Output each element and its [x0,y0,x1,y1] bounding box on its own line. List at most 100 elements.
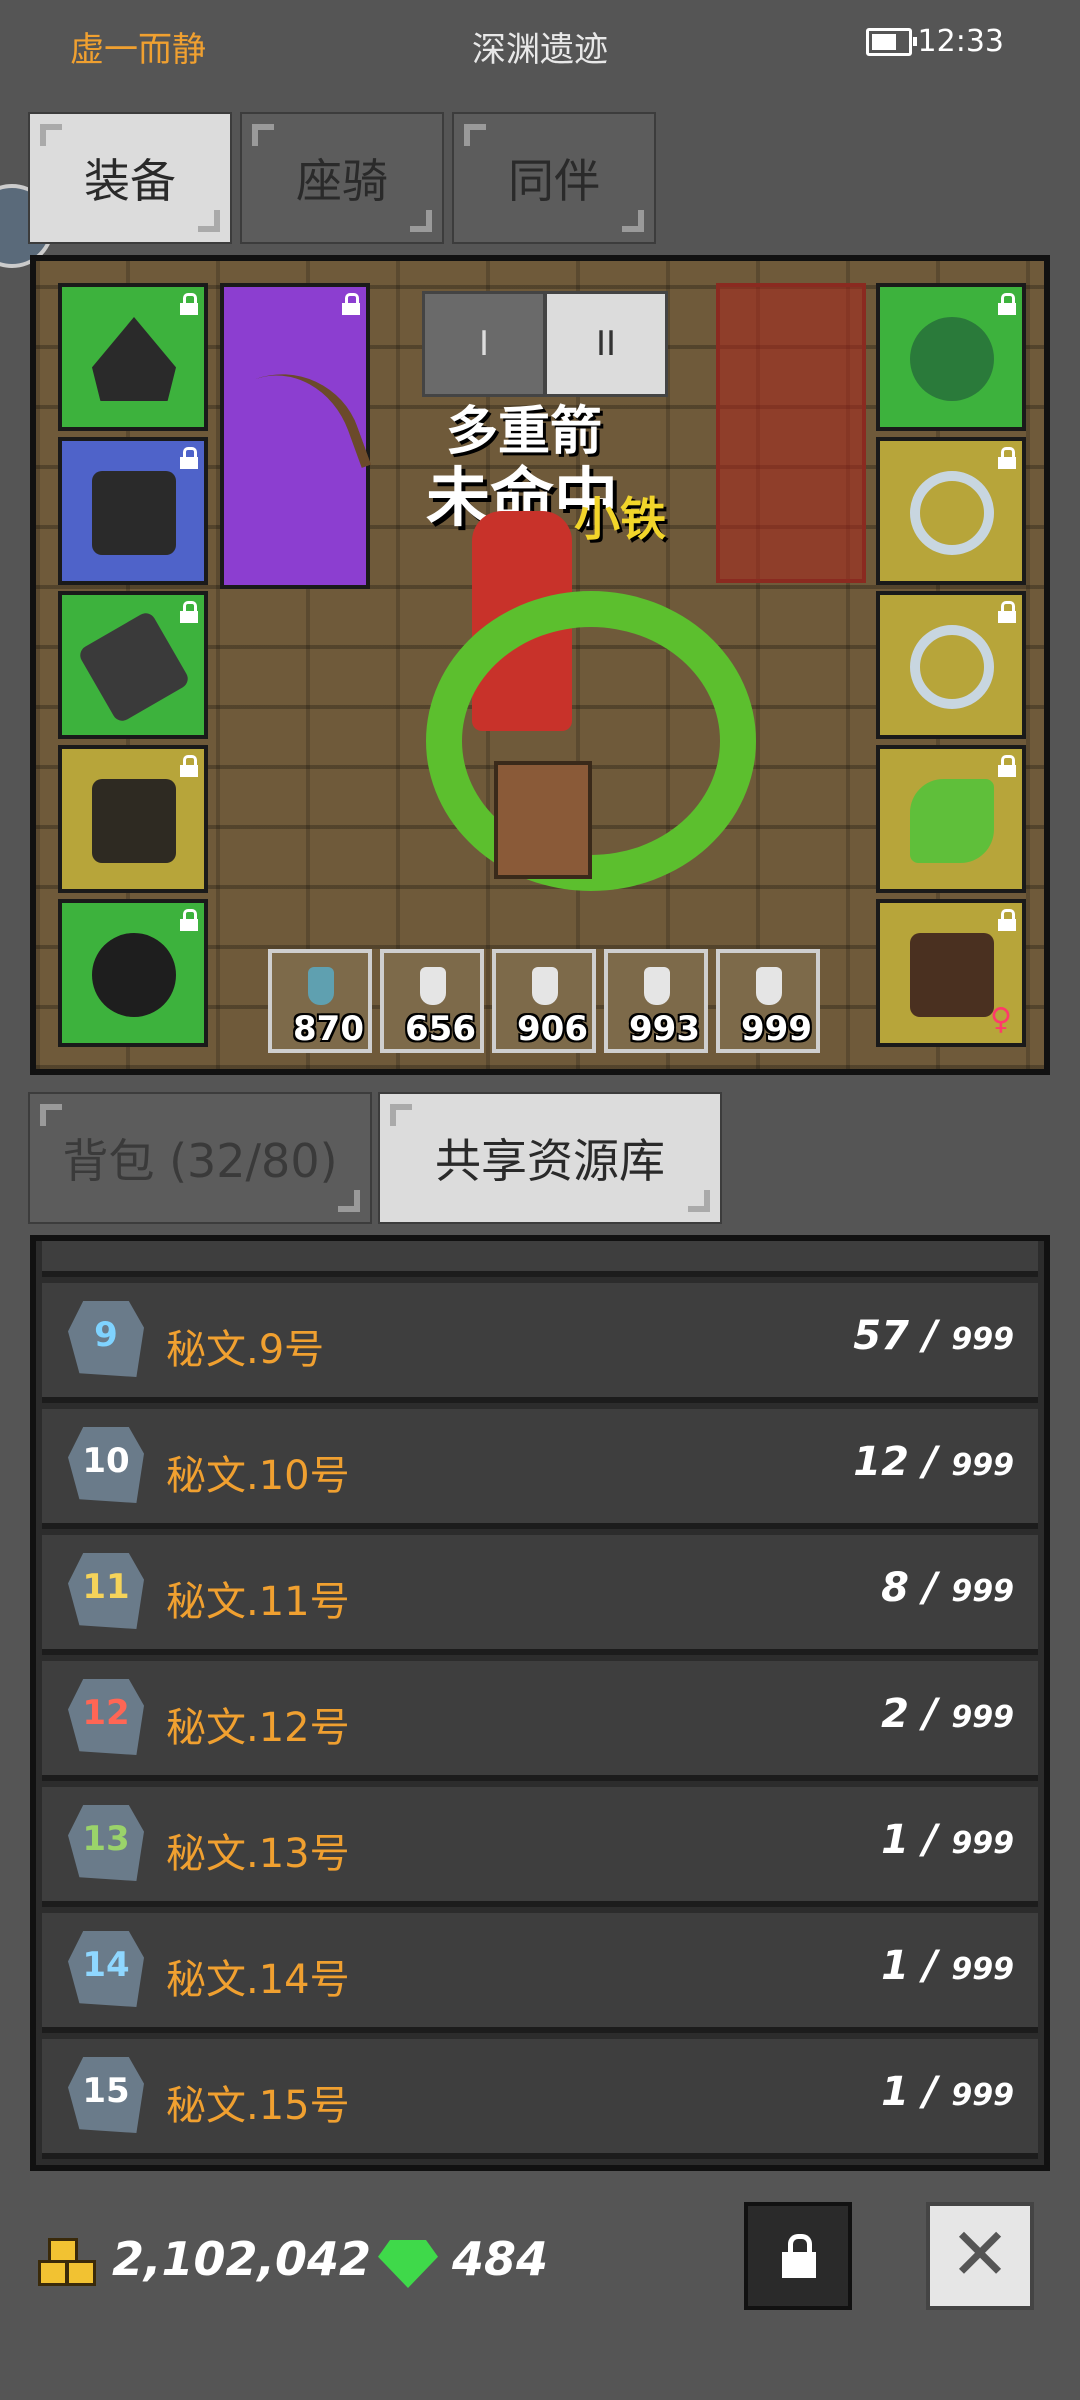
fish-potion-icon [308,967,334,1005]
weapon-slot[interactable] [220,283,372,589]
lock-icon [998,909,1016,931]
potion-slot-5[interactable]: 999 [716,949,820,1053]
pet-slot[interactable]: ♀ [876,899,1026,1047]
item-name: 秘文.12号 [166,1705,350,1751]
item-name: 秘文.10号 [166,1453,350,1499]
tab-mount-label: 座骑 [296,154,388,208]
boots-slot[interactable] [58,745,208,893]
lock-button[interactable] [744,2202,852,2310]
ring-slot-1[interactable] [876,437,1026,585]
potion-count: 993 [629,1009,700,1049]
lock-icon [180,755,198,777]
rune-number: 13 [82,1819,130,1859]
health-potion-icon [420,967,446,1005]
tab-shared-storage[interactable]: 共享资源库 [378,1092,722,1224]
item-name: 秘文.11号 [166,1579,350,1625]
lock-icon [998,601,1016,623]
lock-icon [342,293,360,315]
mana-potion-icon [532,967,558,1005]
tab-companion[interactable]: 同伴 [452,112,656,244]
potion-slot-1[interactable]: 870 [268,949,372,1053]
potion-count: 999 [741,1009,812,1049]
lock-icon [998,293,1016,315]
item-count: 57 / 999 [853,1313,1014,1359]
list-item[interactable]: 14 秘文.14号 1 / 999 [42,1913,1038,2033]
list-item[interactable]: 10 秘文.10号 12 / 999 [42,1409,1038,1529]
item-name: 秘文.13号 [166,1831,350,1877]
boots-icon [92,779,176,863]
tab-mount[interactable]: 座骑 [240,112,444,244]
potion-count: 870 [293,1009,364,1049]
armor-slot[interactable] [58,437,208,585]
gloves-slot[interactable] [58,591,208,739]
female-icon: ♀ [990,1002,1012,1037]
rune-stone-icon: 10 [68,1427,144,1503]
gauntlet-icon [76,609,192,725]
helmet-icon [92,317,176,401]
page-button-2[interactable]: II [544,291,668,397]
armor-icon [92,471,176,555]
totem-sprite [494,761,592,879]
lock-icon [998,755,1016,777]
lock-icon [180,909,198,931]
banner-slot[interactable] [716,283,866,583]
gold-amount: 2,102,042 [112,2232,371,2286]
rune-number: 9 [94,1315,118,1355]
gold-icon [38,2238,98,2288]
item-count: 2 / 999 [881,1691,1014,1737]
potion-count: 906 [517,1009,588,1049]
resource-list[interactable]: 9 秘文.9号 57 / 999 10 秘文.10号 12 / 999 11 秘… [30,1235,1050,2171]
tab-backpack[interactable]: 背包 (32/80) [28,1092,372,1224]
rune-stone-icon: 14 [68,1931,144,2007]
scroll-slot[interactable] [876,745,1026,893]
item-count: 1 / 999 [881,2069,1014,2115]
potion-icon [756,967,782,1005]
battery-icon [866,28,917,56]
item-name: 秘文.14号 [166,1957,350,2003]
rune-stone-icon: 13 [68,1805,144,1881]
item-count: 1 / 999 [881,1817,1014,1863]
amulet-icon [910,317,994,401]
helmet-slot[interactable] [58,283,208,431]
list-item[interactable] [42,1241,1038,1277]
rune-number: 14 [82,1945,130,1985]
item-count: 1 / 999 [881,1943,1014,1989]
necklace-slot[interactable] [876,283,1026,431]
rune-number: 15 [82,2071,130,2111]
tab-backpack-label: 背包 (32/80) [62,1134,338,1188]
item-count: 12 / 999 [853,1439,1014,1485]
close-icon: ✕ [949,2212,1011,2296]
list-item[interactable]: 9 秘文.9号 57 / 999 [42,1283,1038,1403]
potion-slot-3[interactable]: 906 [492,949,596,1053]
list-item[interactable]: 11 秘文.11号 8 / 999 [42,1535,1038,1655]
rune-number: 11 [82,1567,130,1607]
belt-slot[interactable] [58,899,208,1047]
clock: 12:33 [917,24,1004,59]
potion-slot-4[interactable]: 993 [604,949,708,1053]
rune-stone-icon: 12 [68,1679,144,1755]
close-button[interactable]: ✕ [926,2202,1034,2310]
ring-icon [910,471,994,555]
lock-icon [180,601,198,623]
rune-number: 10 [82,1441,130,1481]
bow-icon [226,351,372,503]
lock-icon [998,447,1016,469]
tab-equipment[interactable]: 装备 [28,112,232,244]
gem-icon [378,2240,438,2288]
page-button-1[interactable]: I [422,291,546,397]
scroll-icon [910,779,994,863]
tab-equipment-label: 装备 [84,154,176,208]
equipment-panel: I II 多重箭 未命中 小铁 ♀ 870 656 906 993 999 [30,255,1050,1075]
list-item[interactable]: 12 秘文.12号 2 / 999 [42,1661,1038,1781]
item-name: 秘文.15号 [166,2083,350,2129]
ring-slot-2[interactable] [876,591,1026,739]
lock-icon [782,2234,816,2278]
list-item[interactable]: 15 秘文.15号 1 / 999 [42,2039,1038,2159]
rune-stone-icon: 11 [68,1553,144,1629]
list-item[interactable]: 13 秘文.13号 1 / 999 [42,1787,1038,1907]
potion-slot-2[interactable]: 656 [380,949,484,1053]
potion-icon [644,967,670,1005]
rune-stone-icon: 15 [68,2057,144,2133]
pet-name-text: 小铁 [574,492,666,546]
shield-icon [92,933,176,1017]
